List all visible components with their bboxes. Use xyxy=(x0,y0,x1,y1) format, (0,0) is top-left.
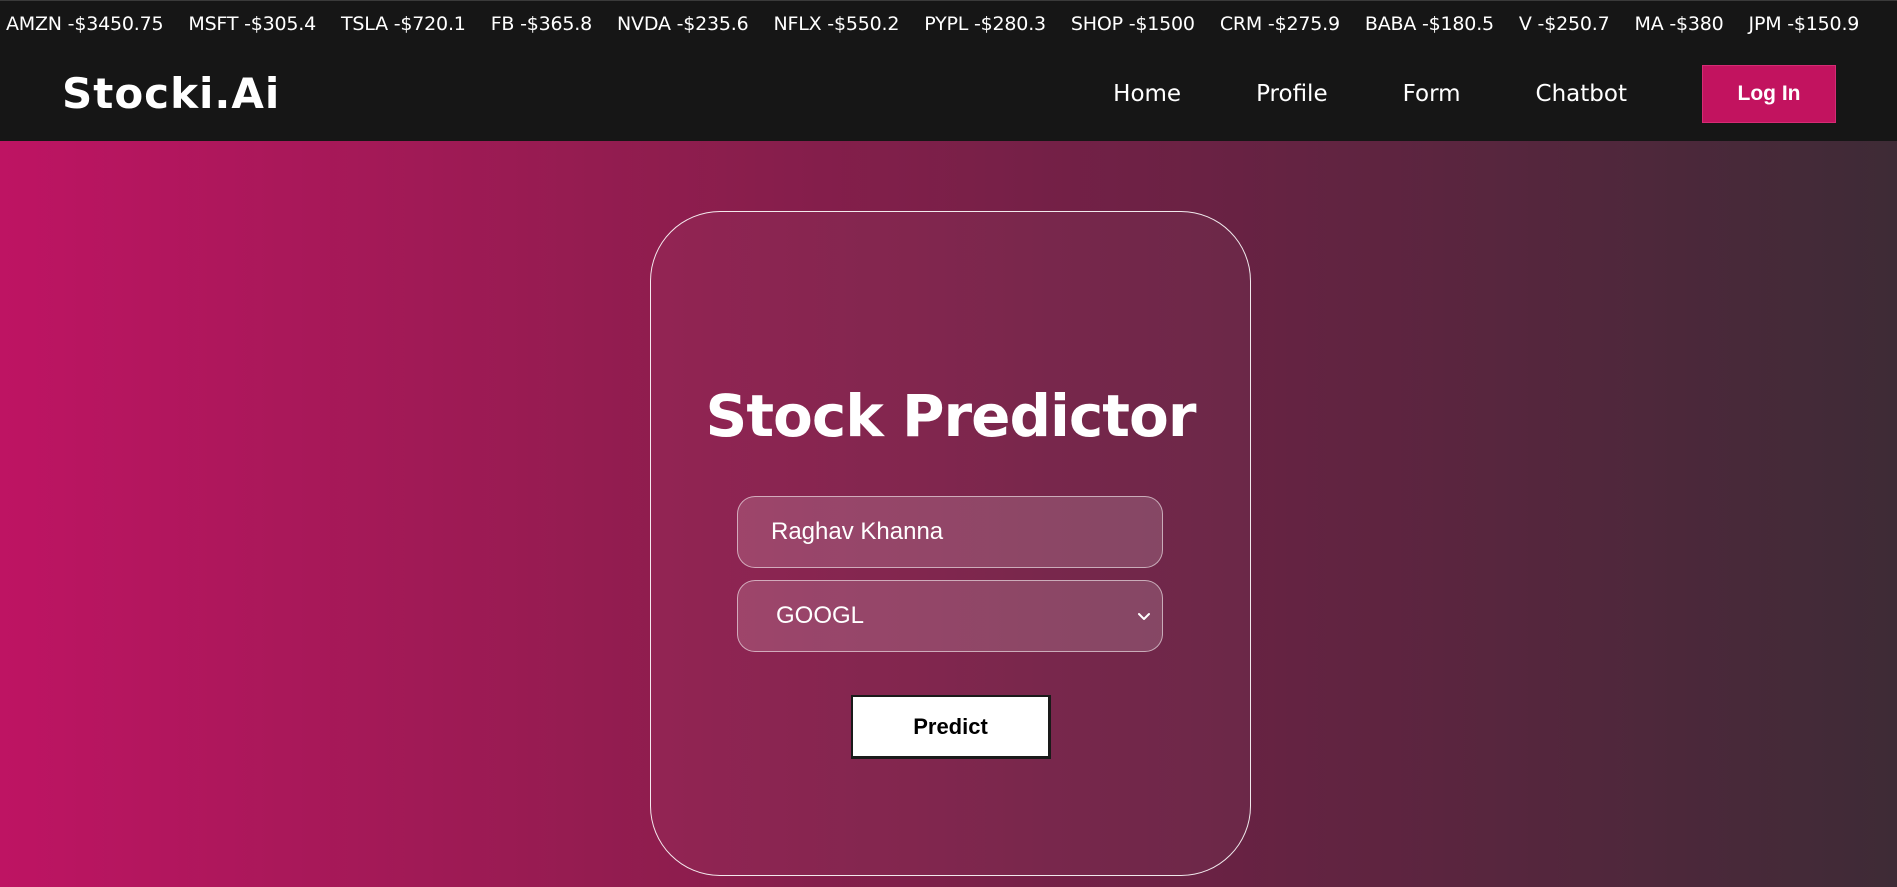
ticker-item-tsla: TSLA -$720.1 xyxy=(341,13,466,35)
ticker-item-pypl: PYPL -$280.3 xyxy=(924,13,1046,35)
ticker-item-baba: BABA -$180.5 xyxy=(1364,13,1494,35)
stock-ticker-bar: AMZN -$3450.75 MSFT -$305.4 TSLA -$720.1… xyxy=(0,0,1897,47)
navbar: Stocki.Ai Home Profile Form Chatbot Log … xyxy=(0,47,1897,141)
nav-link-profile[interactable]: Profile xyxy=(1256,81,1328,107)
page-title: Stock Predictor xyxy=(705,382,1197,450)
ticker-item-jpm: JPM -$150.9 xyxy=(1748,13,1860,35)
ticker-item-msft: MSFT -$305.4 xyxy=(188,13,317,35)
brand-logo[interactable]: Stocki.Ai xyxy=(62,69,280,118)
predictor-card: Stock Predictor GOOGL Predict xyxy=(650,211,1251,876)
hero-section: Stock Predictor GOOGL Predict xyxy=(0,141,1897,887)
nav-link-chatbot[interactable]: Chatbot xyxy=(1536,81,1627,107)
nav-link-home[interactable]: Home xyxy=(1113,81,1181,107)
login-button[interactable]: Log In xyxy=(1702,65,1836,123)
ticker-item-nvda: NVDA -$235.6 xyxy=(617,13,749,35)
name-input[interactable] xyxy=(737,496,1163,568)
ticker-item-shop: SHOP -$1500 xyxy=(1070,13,1195,35)
predict-button[interactable]: Predict xyxy=(851,695,1051,759)
stock-select-value: GOOGL xyxy=(776,602,865,629)
chevron-down-icon xyxy=(1138,613,1150,620)
nav-links: Home Profile Form Chatbot Log In xyxy=(1113,47,1897,141)
nav-link-form[interactable]: Form xyxy=(1403,81,1461,107)
ticker-item-fb: FB -$365.8 xyxy=(490,13,593,35)
ticker-item-crm: CRM -$275.9 xyxy=(1219,13,1340,35)
stock-select[interactable]: GOOGL xyxy=(737,580,1163,652)
ticker-item-nflx: NFLX -$550.2 xyxy=(773,13,900,35)
ticker-item-v: V -$250.7 xyxy=(1518,13,1610,35)
ticker-item-ma: MA -$380 xyxy=(1634,13,1724,35)
ticker-item-amzn: AMZN -$3450.75 xyxy=(6,13,164,35)
